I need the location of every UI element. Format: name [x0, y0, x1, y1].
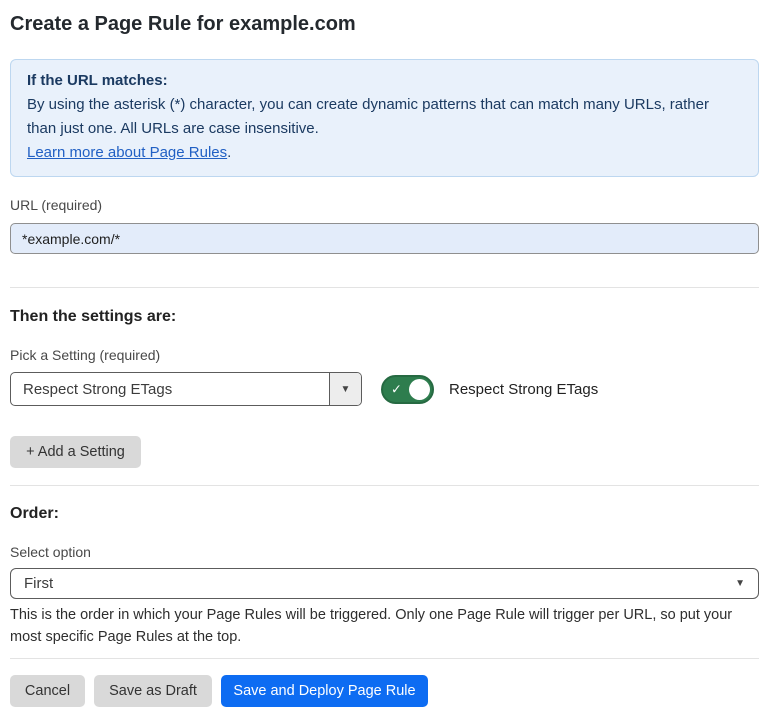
link-suffix: .: [227, 144, 231, 161]
page-rule-form: Create a Page Rule for example.com If th…: [0, 0, 769, 707]
footer-actions: Cancel Save as Draft Save and Deploy Pag…: [10, 675, 759, 707]
order-select-label: Select option: [10, 544, 759, 561]
url-match-info-box: If the URL matches: By using the asteris…: [10, 59, 759, 177]
page-title: Create a Page Rule for example.com: [10, 12, 759, 36]
setting-toggle-label: Respect Strong ETags: [449, 381, 598, 398]
divider: [10, 287, 759, 288]
cancel-button[interactable]: Cancel: [10, 675, 85, 707]
check-icon: ✓: [391, 383, 402, 396]
setting-select-dropdown-button[interactable]: ▼: [329, 373, 361, 405]
add-setting-button[interactable]: + Add a Setting: [10, 436, 141, 468]
divider: [10, 485, 759, 486]
learn-more-link[interactable]: Learn more about Page Rules: [27, 144, 227, 161]
setting-row: Respect Strong ETags ▼ ✓ Respect Strong …: [10, 372, 759, 406]
save-as-draft-button[interactable]: Save as Draft: [94, 675, 212, 707]
order-section-heading: Order:: [10, 504, 759, 524]
toggle-knob: [409, 379, 430, 400]
info-box-heading: If the URL matches:: [27, 69, 742, 93]
setting-select-value: Respect Strong ETags: [11, 373, 329, 405]
setting-picker-label: Pick a Setting (required): [10, 347, 759, 364]
order-select[interactable]: First ▼: [10, 568, 759, 599]
info-box-body: By using the asterisk (*) character, you…: [27, 93, 742, 141]
divider: [10, 658, 759, 659]
save-and-deploy-button[interactable]: Save and Deploy Page Rule: [221, 675, 428, 707]
url-field-label: URL (required): [10, 197, 759, 214]
setting-toggle[interactable]: ✓: [381, 375, 434, 404]
settings-section-heading: Then the settings are:: [10, 307, 759, 327]
info-box-link-line: Learn more about Page Rules.: [27, 141, 742, 165]
setting-select[interactable]: Respect Strong ETags ▼: [10, 372, 362, 406]
order-help-text: This is the order in which your Page Rul…: [10, 604, 759, 648]
order-select-value: First: [24, 575, 735, 592]
chevron-down-icon: ▼: [341, 384, 351, 395]
chevron-down-icon: ▼: [735, 578, 745, 589]
url-input[interactable]: [10, 223, 759, 254]
